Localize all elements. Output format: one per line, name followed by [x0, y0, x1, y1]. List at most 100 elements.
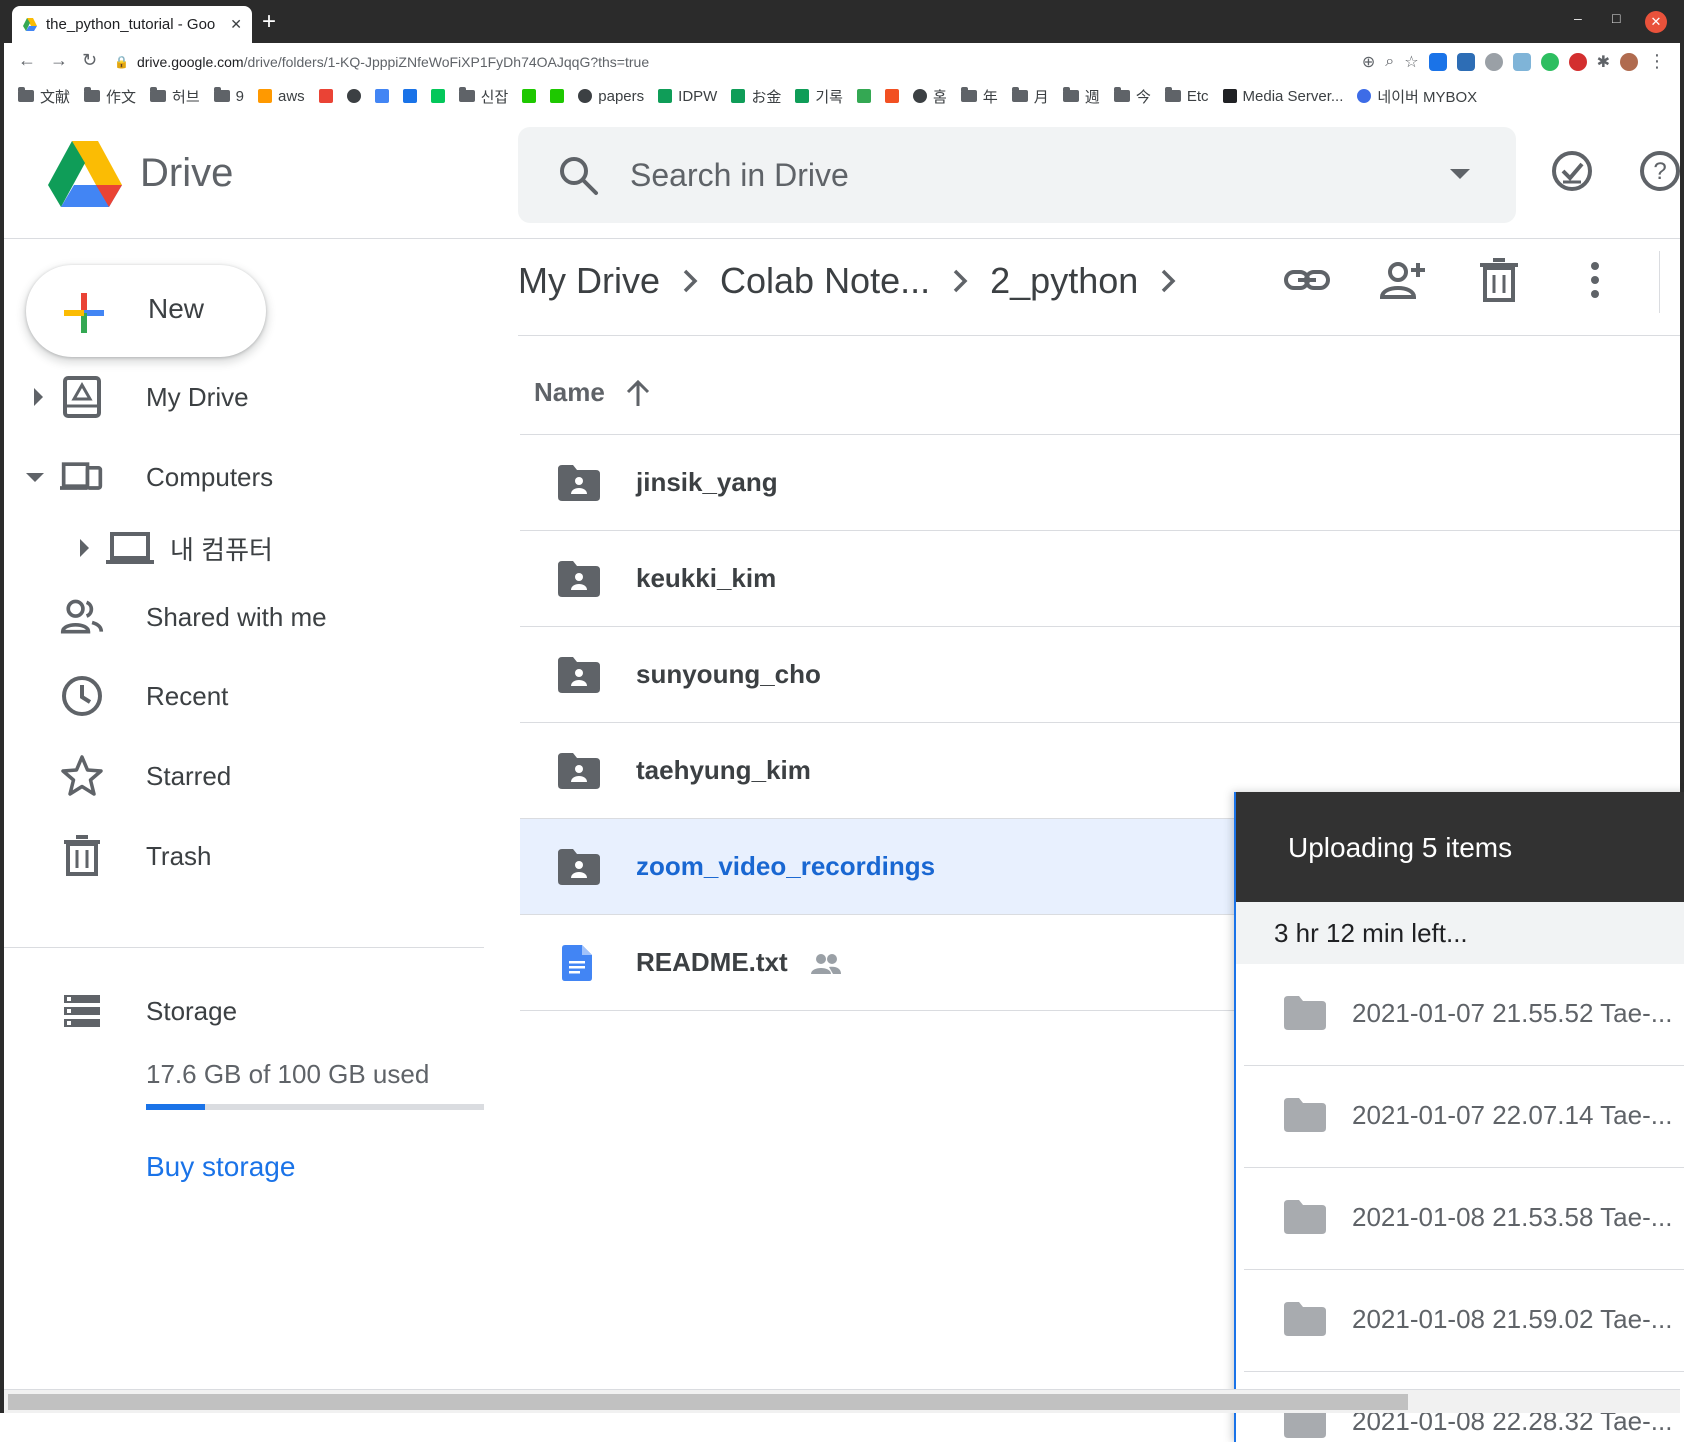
bookmark-link[interactable]: Media Server... — [1222, 88, 1343, 105]
folder-icon — [1284, 1098, 1326, 1132]
upload-item-name: 2021-01-07 22.07.14 Tae-... — [1352, 1100, 1673, 1130]
bookmark-link[interactable]: aws — [257, 88, 305, 105]
scrollbar-thumb[interactable] — [8, 1394, 1408, 1410]
upload-item[interactable]: 2021-01-08 21.53.58 Tae-... — [1244, 1168, 1684, 1270]
sidebar-item-label: My Drive — [146, 381, 249, 412]
bookmark-folder[interactable]: 週 — [1062, 86, 1100, 107]
puzzle-icon[interactable]: ✱ — [1597, 52, 1610, 72]
gmail-icon — [318, 89, 333, 103]
folder-icon — [1062, 87, 1079, 102]
bookmark-link[interactable] — [318, 89, 333, 103]
extension-icon[interactable] — [1456, 52, 1475, 71]
bookmark-link[interactable]: 네이버 MYBOX — [1357, 86, 1477, 107]
back-icon[interactable]: ← — [18, 50, 36, 71]
maximize-icon[interactable]: □ — [1612, 10, 1620, 26]
bookmark-link[interactable] — [430, 89, 445, 103]
bookmark-star-icon[interactable]: ☆ — [1404, 52, 1418, 72]
avatar[interactable] — [1620, 52, 1638, 71]
upload-item-name: 2021-01-08 21.59.02 Tae-... — [1352, 1304, 1673, 1334]
sidebar-item-shared-with-me[interactable]: Shared with me — [4, 587, 484, 647]
bookmark-link[interactable] — [346, 89, 361, 103]
menu-icon[interactable]: ⋮ — [1648, 51, 1666, 72]
add-person-icon[interactable] — [1378, 255, 1428, 305]
bookmark-link[interactable]: 홈 — [912, 86, 947, 107]
table-row[interactable]: keukki_kim — [520, 530, 1680, 626]
bookmark-link[interactable] — [374, 89, 389, 103]
bookmark-folder[interactable]: 今 — [1113, 86, 1151, 107]
shared-folder-icon — [558, 657, 600, 693]
bookmark-folder[interactable]: 年 — [960, 86, 998, 107]
upload-time-left: 3 hr 12 min left... — [1274, 918, 1468, 948]
search-icon[interactable] — [556, 153, 600, 197]
bookmark-folder[interactable]: 作文 — [84, 86, 136, 107]
close-window-icon[interactable]: ✕ — [1645, 11, 1667, 33]
file-name: sunyoung_cho — [636, 659, 821, 689]
adblock-icon[interactable] — [1568, 52, 1587, 71]
zoom-icon[interactable]: ⌕ — [1385, 53, 1394, 71]
buy-storage-link[interactable]: Buy storage — [146, 1151, 295, 1183]
evernote-icon[interactable] — [1540, 52, 1559, 71]
upload-item[interactable]: 2021-01-07 22.07.14 Tae-... — [1244, 1066, 1684, 1168]
drive-logo-icon — [48, 141, 122, 207]
bookmark-folder[interactable]: Etc — [1164, 87, 1209, 105]
install-icon[interactable]: ⊕ — [1362, 52, 1375, 72]
more-vert-icon[interactable] — [1570, 255, 1620, 305]
sidebar-item-trash[interactable]: Trash — [4, 826, 484, 886]
link-icon[interactable] — [1282, 255, 1332, 305]
browser-tab[interactable]: the_python_tutorial - Goo ✕ — [12, 6, 252, 43]
search-options-icon[interactable] — [1450, 169, 1470, 179]
sheets-icon — [795, 89, 810, 103]
reload-icon[interactable]: ↻ — [82, 50, 97, 71]
bookmarks-bar: 文献 作文 허브 9 aws 신잡 papers IDPW お金 기록 홈 年 … — [4, 81, 1680, 111]
extension-icon[interactable] — [1512, 52, 1531, 71]
forward-icon[interactable]: → — [50, 50, 68, 71]
new-button[interactable]: New — [26, 265, 266, 357]
upload-item[interactable]: 2021-01-07 21.55.52 Tae-... — [1244, 964, 1684, 1066]
collapse-arrow-icon[interactable] — [26, 472, 44, 482]
new-tab-button[interactable]: + — [262, 8, 276, 36]
breadcrumb-item[interactable]: My Drive — [518, 260, 660, 302]
clock-icon — [62, 676, 102, 716]
extension-icon[interactable] — [1484, 52, 1503, 71]
table-row[interactable]: jinsik_yang — [520, 434, 1680, 530]
column-header-name[interactable]: Name — [534, 377, 651, 408]
bookmark-link[interactable]: papers — [578, 88, 644, 105]
search-input[interactable]: Search in Drive — [518, 127, 1516, 223]
bookmark-link[interactable]: お金 — [731, 86, 781, 107]
bookmark-link[interactable]: IDPW — [658, 88, 717, 105]
offline-check-icon[interactable] — [1550, 149, 1594, 193]
sidebar-item-recent[interactable]: Recent — [4, 666, 484, 726]
bookmark-link[interactable] — [884, 89, 899, 103]
bookmark-folder[interactable]: 신잡 — [458, 86, 508, 107]
sidebar-item-my-drive[interactable]: My Drive — [4, 367, 484, 427]
upload-item[interactable]: 2021-01-08 21.59.02 Tae-... — [1244, 1270, 1684, 1372]
trash-icon[interactable] — [1474, 255, 1524, 305]
sidebar-item-my-computer[interactable]: 내 컴퓨터 — [4, 518, 484, 578]
breadcrumb-item[interactable]: Colab Note... — [720, 260, 930, 302]
table-row[interactable]: sunyoung_cho — [520, 626, 1680, 722]
horizontal-scrollbar[interactable] — [4, 1389, 1680, 1413]
bookmark-link[interactable] — [522, 89, 537, 103]
bookmark-link[interactable] — [550, 89, 565, 103]
minimize-icon[interactable]: – — [1574, 10, 1582, 26]
expand-arrow-icon[interactable] — [34, 388, 43, 406]
help-icon[interactable]: ? — [1638, 149, 1682, 193]
sidebar-item-starred[interactable]: Starred — [4, 746, 484, 806]
extension-icon — [550, 89, 565, 103]
sidebar-item-computers[interactable]: Computers — [4, 447, 484, 507]
bookmark-folder[interactable]: 9 — [213, 87, 244, 105]
url-field[interactable]: 🔒 drive.google.com/drive/folders/1-KQ-Jp… — [114, 47, 1314, 77]
sidebar-item-storage[interactable]: Storage — [4, 981, 484, 1041]
breadcrumb: My Drive Colab Note... 2_python — [518, 247, 1198, 315]
expand-arrow-icon[interactable] — [80, 539, 89, 557]
breadcrumb-item[interactable]: 2_python — [990, 260, 1138, 302]
bookmark-folder[interactable]: 月 — [1011, 86, 1049, 107]
extension-icon[interactable] — [1428, 52, 1447, 71]
bookmark-link[interactable] — [856, 89, 871, 103]
bookmark-link[interactable] — [402, 89, 417, 103]
bookmark-link[interactable]: 기록 — [795, 86, 843, 107]
bookmark-folder[interactable]: 文献 — [18, 86, 70, 107]
tab-close-icon[interactable]: ✕ — [230, 16, 242, 33]
bookmark-folder[interactable]: 허브 — [150, 86, 200, 107]
shared-folder-icon — [558, 561, 600, 597]
